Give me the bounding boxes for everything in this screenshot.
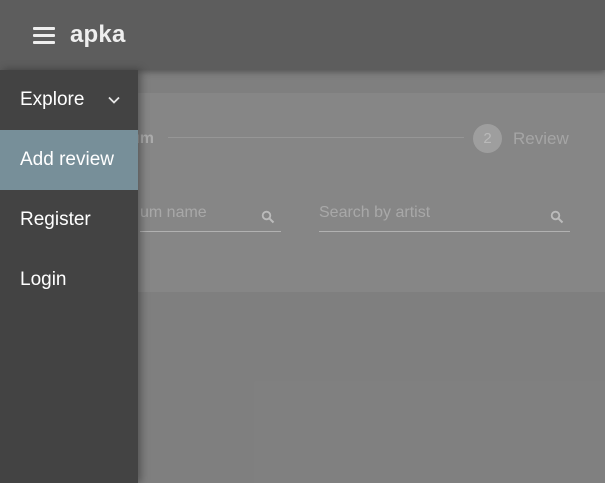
hamburger-menu-icon[interactable] [33, 27, 57, 45]
review-stepper-card: um 2 Review um name Search by artist [100, 93, 605, 292]
artist-search-placeholder[interactable]: Search by artist [319, 204, 430, 222]
nav-drawer: Explore Add review Register Login [0, 70, 138, 483]
drawer-item-label: Explore [20, 89, 85, 110]
drawer-item-login[interactable]: Login [0, 250, 138, 310]
drawer-item-register[interactable]: Register [0, 190, 138, 250]
album-search-field[interactable]: um name [140, 204, 281, 232]
drawer-item-add-review[interactable]: Add review [0, 130, 138, 190]
artist-search-field[interactable]: Search by artist [319, 204, 570, 232]
drawer-item-label: Login [20, 269, 67, 290]
drawer-item-label: Add review [20, 149, 114, 170]
drawer-item-explore[interactable]: Explore [0, 70, 138, 130]
chevron-down-icon[interactable] [108, 96, 120, 104]
step-2-label[interactable]: Review [513, 129, 569, 149]
drawer-item-label: Register [20, 209, 91, 230]
album-search-placeholder[interactable]: um name [140, 204, 260, 222]
app-bar: apka [0, 0, 605, 70]
app-title: apka [70, 21, 126, 48]
step-2-number[interactable]: 2 [473, 124, 502, 153]
stepper-connector [168, 137, 464, 138]
search-icon[interactable] [261, 210, 275, 224]
search-icon[interactable] [550, 210, 564, 224]
